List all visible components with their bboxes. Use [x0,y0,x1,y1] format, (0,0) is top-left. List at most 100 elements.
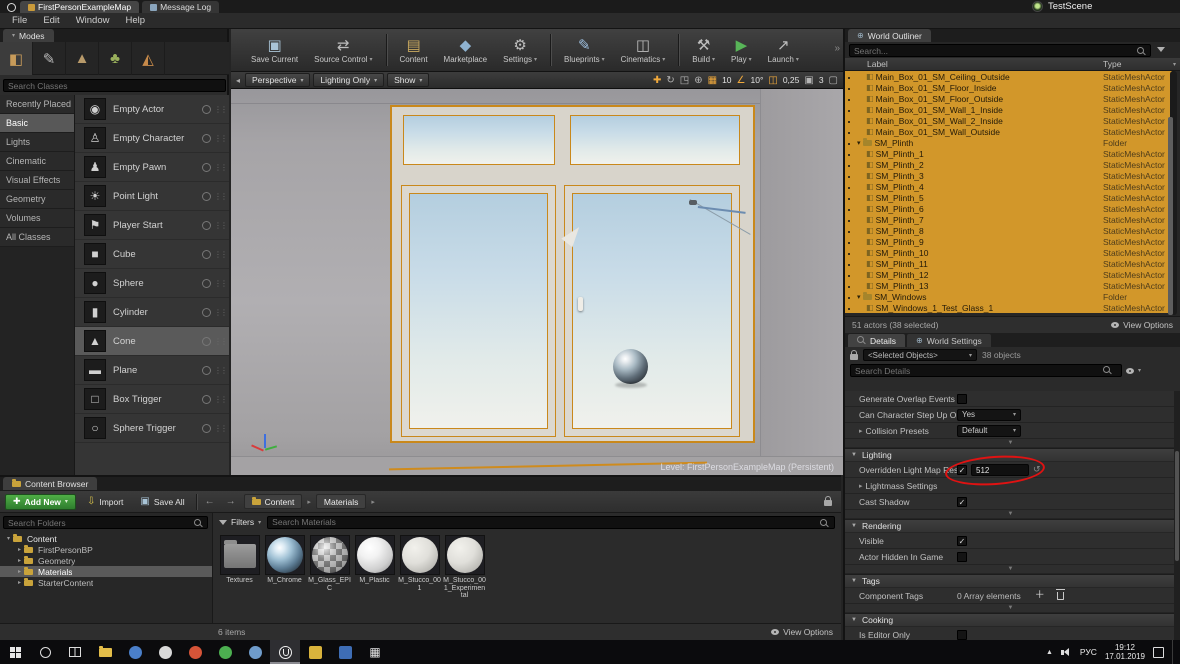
expander-arrow-icon[interactable]: ▸ [15,557,24,564]
outliner-row[interactable]: ◧ SM_Windows_1_Test_Glass_1 StaticMeshActo… [845,302,1172,313]
place-mode-tab[interactable]: ◧ [0,42,33,75]
landscape-mode-tab[interactable]: ▲ [66,42,99,75]
outliner-row[interactable]: ◧ SM_Plinth_13 StaticMeshActor [845,280,1172,291]
checkbox[interactable]: ✓ [957,464,967,475]
task-view-button[interactable] [60,640,90,664]
visibility-eye-icon[interactable] [848,262,850,266]
rotation-snap-icon[interactable]: ∠ [737,75,746,86]
placeable-cylinder[interactable]: ▮ Cylinder ⋮⋮ [75,298,229,327]
outliner-filter-icon[interactable] [1157,47,1165,52]
camera-speed-icon[interactable]: ▣ [804,75,813,86]
unreal-logo-icon[interactable] [2,2,20,13]
placeable-empty-pawn[interactable]: ♟ Empty Pawn ⋮⋮ [75,153,229,182]
perspective-dropdown[interactable]: Perspective ▾ [245,73,311,87]
geometry-mode-tab[interactable]: ◭ [132,42,165,75]
viewport-collapse-icon[interactable]: ◂ [234,76,242,85]
advanced-expander[interactable]: ▼ [845,604,1176,613]
action-center-icon[interactable] [1153,646,1164,658]
outliner-row[interactable]: ◧ SM_Plinth_10 StaticMeshActor [845,247,1172,258]
outliner-row[interactable]: ▾ SM_Windows Folder [845,291,1172,302]
visibility-eye-icon[interactable] [848,207,850,211]
language-indicator[interactable]: РУС [1080,647,1097,657]
folder-geometry[interactable]: ▸ Geometry [0,555,212,566]
start-button[interactable] [0,640,30,664]
visibility-eye-icon[interactable] [848,108,850,112]
category-volumes[interactable]: Volumes [0,209,74,228]
search-classes-input[interactable] [3,79,226,92]
outliner-row[interactable]: ◧ SM_Plinth_5 StaticMeshActor [845,192,1172,203]
filters-dropdown[interactable]: Filters ▾ [219,517,261,527]
section-header-cooking[interactable]: ▼ Cooking [845,613,1176,627]
asset-m-plastic[interactable]: M_Plastic [353,535,396,585]
grid-snap-icon[interactable]: ▦ [708,75,717,86]
placeable-sphere[interactable]: ● Sphere ⋮⋮ [75,269,229,298]
menu-window[interactable]: Window [68,13,118,28]
asset-textures[interactable]: Textures [218,535,261,585]
launch-button[interactable]: ↗ Launch ▾ [760,35,807,66]
import-button[interactable]: ⇩ Import [81,494,129,510]
outliner-row[interactable]: ◧ SM_Plinth_4 StaticMeshActor [845,181,1172,192]
outliner-row[interactable]: ◧ SM_Plinth_3 StaticMeshActor [845,170,1172,181]
tab-message-log[interactable]: Message Log [142,1,220,13]
outliner-row[interactable]: ◧ SM_Plinth_2 StaticMeshActor [845,159,1172,170]
world-settings-tab[interactable]: ⊕ World Settings [906,334,991,347]
breadcrumb-content[interactable]: Content [243,494,303,509]
visibility-eye-icon[interactable] [848,218,850,222]
lock-icon[interactable] [850,349,858,360]
drag-grip-icon[interactable]: ⋮⋮ [214,337,228,346]
checkbox[interactable] [957,551,967,562]
outliner-row[interactable]: ◧ Main_Box_01_SM_Floor_Inside StaticMeshAc… [845,82,1172,93]
reset-to-default-icon[interactable]: ↺ [1033,464,1041,475]
category-basic[interactable]: Basic [0,114,74,133]
drag-grip-icon[interactable]: ⋮⋮ [214,221,228,230]
category-cinematic[interactable]: Cinematic [0,152,74,171]
search-folders-input[interactable] [3,516,208,529]
toolbar-overflow-chevron[interactable]: » [834,43,840,54]
blueprints-button[interactable]: ✎ Blueprints ▾ [556,35,613,66]
category-lights[interactable]: Lights [0,133,74,152]
breadcrumb-separator-icon[interactable]: ▸ [371,498,375,506]
app-icon-4[interactable] [210,640,240,664]
dropdown-collision-presets[interactable]: Default ▾ [957,424,1021,437]
drag-grip-icon[interactable]: ⋮⋮ [214,366,228,375]
folder-materials[interactable]: ▸ Materials [0,566,212,577]
app-icon-8[interactable]: ▦ [360,640,390,664]
lock-content-browser-icon[interactable] [824,496,832,506]
world-local-toggle-icon[interactable]: ⊕ [694,75,702,86]
placeable-box-trigger[interactable]: □ Box Trigger ⋮⋮ [75,385,229,414]
content-browser-tab[interactable]: Content Browser [3,477,98,490]
foliage-mode-tab[interactable]: ♣ [99,42,132,75]
app-icon-5[interactable] [240,640,270,664]
outliner-row[interactable]: ▾ SM_Plinth Folder [845,137,1172,148]
forward-arrow-icon[interactable]: → [223,496,239,507]
drag-grip-icon[interactable]: ⋮⋮ [214,134,228,143]
delete-icon[interactable] [1055,588,1065,600]
show-desktop-button[interactable] [1172,640,1176,664]
placeable-cone[interactable]: ▲ Cone ⋮⋮ [75,327,229,356]
app-icon-2[interactable] [150,640,180,664]
visibility-eye-icon[interactable] [848,251,850,255]
search-materials-input[interactable] [267,515,835,529]
camera-speed-value[interactable]: 3 [819,75,824,85]
visibility-eye-icon[interactable] [848,196,850,200]
visibility-eye-icon[interactable] [848,141,850,145]
details-tab[interactable]: Details [848,334,905,347]
visibility-eye-icon[interactable] [848,130,850,134]
outliner-row[interactable]: ◧ Main_Box_01_SM_Wall_Outside StaticMeshAc… [845,126,1172,137]
build-button[interactable]: ⚒ Build ▾ [684,35,723,66]
details-scrollbar[interactable] [1174,391,1180,640]
breadcrumb-materials[interactable]: Materials [315,494,367,509]
clock[interactable]: 19:12 17.01.2019 [1105,643,1145,661]
section-header-tags[interactable]: ▼ Tags [845,574,1176,588]
menu-edit[interactable]: Edit [35,13,67,28]
outliner-search-input[interactable] [849,44,1151,57]
scale-snap-value[interactable]: 0,25 [783,75,800,85]
outliner-row[interactable]: ◧ SM_Plinth_1 StaticMeshActor [845,148,1172,159]
category-all-classes[interactable]: All Classes [0,228,74,247]
back-arrow-icon[interactable]: ← [202,496,218,507]
placeable-empty-actor[interactable]: ◉ Empty Actor ⋮⋮ [75,95,229,124]
world-outliner-tab[interactable]: ⊕ World Outliner [848,29,931,42]
outliner-scrollbar[interactable] [1168,71,1177,315]
outliner-view-options[interactable]: View Options [1111,320,1173,330]
category-geometry[interactable]: Geometry [0,190,74,209]
